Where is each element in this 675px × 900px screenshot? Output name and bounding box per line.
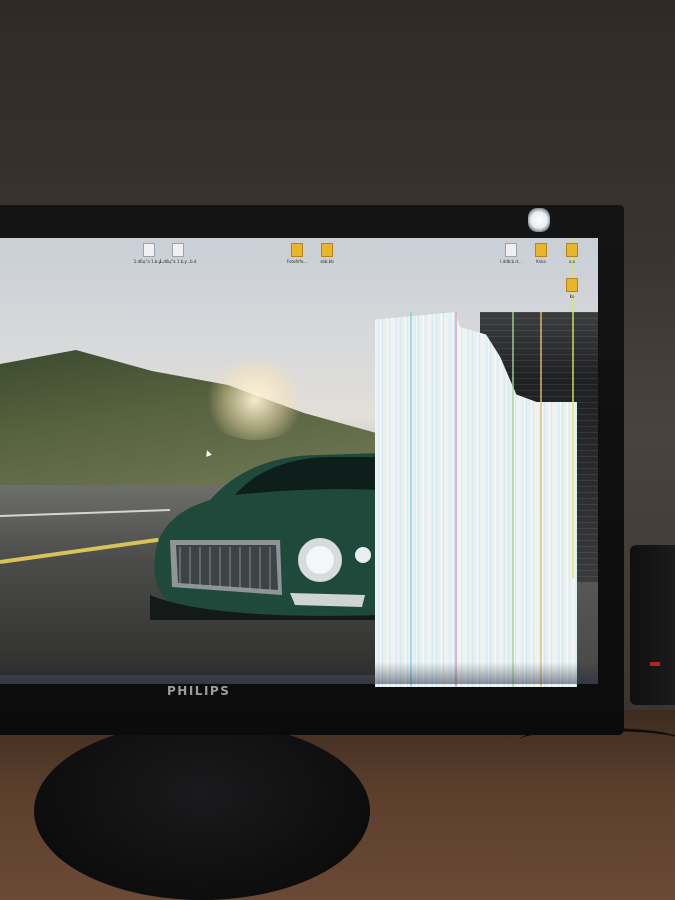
power-light-glow [528,208,550,232]
file-icon [172,243,184,257]
glitch-green-line [512,312,514,687]
desktop-icon[interactable]: 1.d0ц°а 1.b.y...b.d [156,243,200,264]
folder-icon [566,243,578,257]
desktop-icon[interactable]: o.o [550,243,594,264]
speaker-led-indicator [650,662,660,666]
folder-icon [321,243,333,257]
glitch-cyan-line [410,312,412,687]
desktop-icon-label: sbb.bb [320,259,334,264]
desktop-icon[interactable]: Ko [550,278,594,299]
folder-icon [566,278,578,292]
speaker [630,545,675,705]
taskbar-area [0,662,598,684]
folder-icon [291,243,303,257]
desktop-icon-label: 1.d0ц°а 1.b.y...b.d [159,259,197,264]
desktop-icon[interactable]: sbb.bb [305,243,349,264]
desktop-icon-label: o.o [568,259,576,264]
file-icon [505,243,517,257]
glitch-yellow-line [540,312,542,687]
folder-icon [535,243,547,257]
wallpaper-sun-glare [200,360,310,440]
glitch-pink-line [455,312,457,687]
monitor-brand-logo: PHILIPS [167,684,231,698]
monitor-stand-base [34,722,370,900]
desktop-icon-label: Ko [569,294,575,299]
wallpaper-car [150,453,380,620]
file-icon [143,243,155,257]
